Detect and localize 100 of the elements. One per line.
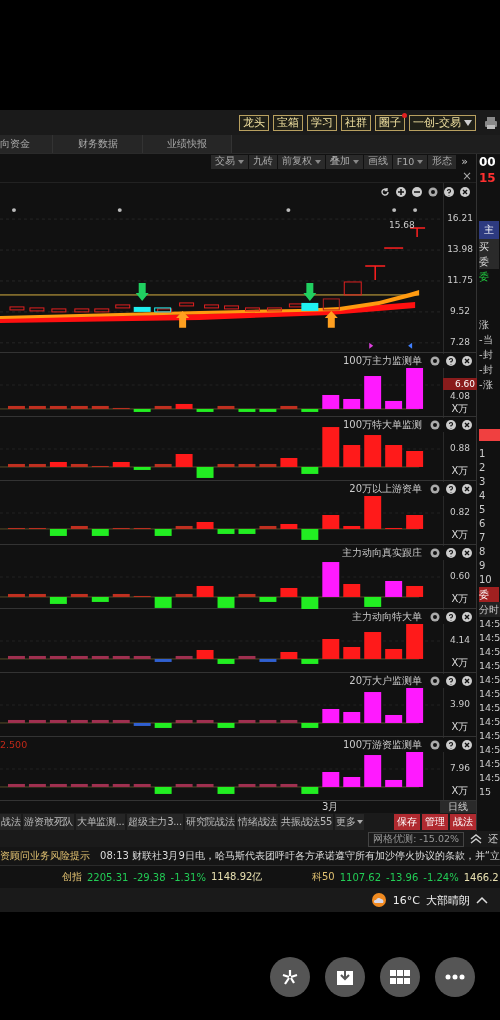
menu-button[interactable]: 宝箱 bbox=[273, 114, 303, 131]
printer-icon[interactable] bbox=[484, 115, 498, 130]
strategy-tab[interactable]: 大单监测... bbox=[75, 814, 126, 830]
apps-button[interactable] bbox=[380, 957, 420, 997]
more-button[interactable]: » bbox=[457, 155, 472, 168]
settings-icon[interactable] bbox=[430, 484, 440, 494]
bar bbox=[154, 405, 172, 409]
help-icon[interactable] bbox=[446, 612, 456, 622]
strategy-tab[interactable]: 游资敢死队 bbox=[23, 814, 74, 830]
bar bbox=[154, 786, 172, 794]
tab[interactable]: 财务数据 bbox=[53, 135, 143, 153]
edit-button[interactable] bbox=[270, 957, 310, 997]
period-button[interactable]: 日线 bbox=[440, 801, 476, 813]
bar bbox=[259, 525, 277, 529]
bar bbox=[154, 528, 172, 536]
close-icon[interactable] bbox=[462, 676, 472, 686]
account-menu[interactable]: 一创-交易 bbox=[409, 114, 476, 131]
note-text: -涨 bbox=[479, 378, 493, 392]
action-button[interactable]: 管理 bbox=[422, 814, 448, 830]
tab[interactable]: 分时 bbox=[479, 602, 500, 617]
settings-icon[interactable] bbox=[430, 356, 440, 366]
chevron-up-icon[interactable] bbox=[470, 834, 482, 844]
settings-icon[interactable] bbox=[430, 676, 440, 686]
more-button[interactable] bbox=[435, 957, 475, 997]
chevron-up-icon[interactable] bbox=[476, 896, 488, 904]
event-dot[interactable] bbox=[286, 208, 291, 213]
bar bbox=[28, 405, 46, 409]
help-icon[interactable] bbox=[446, 676, 456, 686]
menu-button[interactable]: 圈子 bbox=[375, 114, 405, 131]
toolbar-button[interactable]: 九砖 bbox=[248, 154, 277, 169]
toolbar-button[interactable]: 前复权 bbox=[277, 154, 325, 169]
toolbar-button[interactable]: 交易 bbox=[210, 154, 248, 169]
quote-label: 委 bbox=[479, 270, 489, 284]
settings-icon[interactable] bbox=[430, 548, 440, 558]
candle bbox=[179, 302, 195, 307]
strategy-tab[interactable]: 情绪战法 bbox=[237, 814, 279, 830]
weather-condition: 大部晴朗 bbox=[426, 892, 470, 908]
tab[interactable]: 委 bbox=[479, 587, 499, 602]
close-icon[interactable] bbox=[462, 420, 472, 430]
bar bbox=[280, 783, 298, 787]
tab[interactable]: 主 bbox=[479, 221, 499, 239]
risk-notice[interactable]: 资顾问业务风险提示 bbox=[0, 849, 101, 863]
help-icon[interactable] bbox=[444, 187, 454, 197]
up-arrow-icon bbox=[324, 310, 338, 328]
strategy-tab[interactable]: 研究院战法 bbox=[184, 814, 236, 830]
zoom-out-icon[interactable] bbox=[412, 187, 422, 197]
strategy-tab[interactable]: 超级主力3... bbox=[127, 814, 183, 830]
close-button[interactable]: × bbox=[461, 169, 472, 182]
bar bbox=[28, 655, 46, 659]
strategy-tab[interactable]: 共振战法55 bbox=[280, 814, 334, 830]
help-icon[interactable] bbox=[446, 740, 456, 750]
strategy-tab[interactable]: 战法 bbox=[0, 814, 22, 830]
help-icon[interactable] bbox=[446, 548, 456, 558]
bar bbox=[238, 783, 256, 787]
help-icon[interactable] bbox=[446, 356, 456, 366]
close-icon[interactable] bbox=[462, 612, 472, 622]
tab[interactable]: 向资金 bbox=[0, 135, 53, 153]
bar bbox=[70, 655, 88, 659]
help-icon[interactable] bbox=[446, 420, 456, 430]
close-icon[interactable] bbox=[462, 484, 472, 494]
bar bbox=[364, 692, 382, 723]
candle bbox=[9, 306, 25, 311]
refresh-icon[interactable] bbox=[380, 187, 390, 197]
close-icon[interactable] bbox=[460, 187, 470, 197]
close-icon[interactable] bbox=[462, 740, 472, 750]
bar bbox=[49, 719, 67, 723]
close-icon[interactable] bbox=[462, 356, 472, 366]
settings-icon[interactable] bbox=[430, 420, 440, 430]
more-menu[interactable]: 更多 bbox=[335, 814, 364, 830]
toolbar-button[interactable]: F10 bbox=[392, 154, 428, 169]
tab[interactable]: 业绩快报 bbox=[143, 135, 232, 153]
toolbar-button[interactable]: 叠加 bbox=[325, 154, 363, 169]
event-dot[interactable] bbox=[413, 208, 418, 213]
bar bbox=[322, 515, 340, 529]
event-dot[interactable] bbox=[11, 208, 16, 213]
news-headline[interactable]: 08:13 财联社3月9日电，哈马斯代表团呼吁各方承诺遵守所有加沙停火协议的条款，并“立 bbox=[100, 849, 500, 863]
bar bbox=[91, 719, 109, 723]
index-value: 2205.31 bbox=[87, 871, 129, 883]
note-text: -封 bbox=[479, 348, 493, 362]
bar bbox=[385, 780, 403, 787]
toolbar-button[interactable]: 画线 bbox=[363, 154, 392, 169]
zoom-in-icon[interactable] bbox=[396, 187, 406, 197]
settings-icon[interactable] bbox=[430, 740, 440, 750]
settings-icon[interactable] bbox=[428, 187, 438, 197]
close-icon[interactable] bbox=[462, 548, 472, 558]
download-button[interactable] bbox=[325, 957, 365, 997]
trade-time: 14:5 bbox=[479, 771, 500, 785]
menu-button[interactable]: 学习 bbox=[307, 114, 337, 131]
event-dot[interactable] bbox=[117, 208, 122, 213]
menu-button[interactable]: 社群 bbox=[341, 114, 371, 131]
price-bar bbox=[479, 429, 500, 441]
settings-icon[interactable] bbox=[430, 612, 440, 622]
toolbar-button[interactable]: 形态 bbox=[428, 154, 457, 169]
event-dot[interactable] bbox=[392, 208, 397, 213]
action-button[interactable]: 保存 bbox=[394, 814, 420, 830]
candle bbox=[115, 304, 131, 309]
action-button[interactable]: 战法 bbox=[450, 814, 476, 830]
bar bbox=[175, 593, 193, 597]
help-icon[interactable] bbox=[446, 484, 456, 494]
menu-button[interactable]: 龙头 bbox=[239, 114, 269, 131]
